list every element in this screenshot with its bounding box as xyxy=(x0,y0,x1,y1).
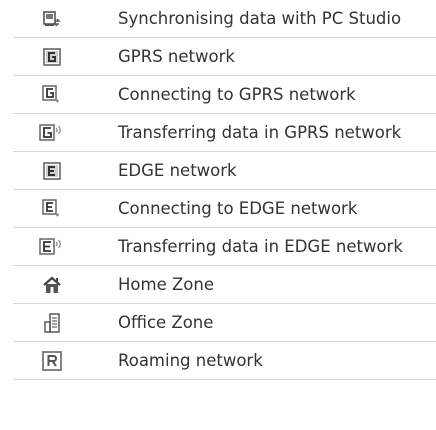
table-row: Connecting to GPRS network xyxy=(13,76,436,114)
row-label: Transferring data in EDGE network xyxy=(118,237,403,256)
sync-pc-studio-icon xyxy=(13,0,91,37)
row-label: Roaming network xyxy=(118,351,263,370)
edge-connecting-icon xyxy=(13,190,91,227)
edge-network-icon xyxy=(13,152,91,189)
gprs-network-icon xyxy=(13,38,91,75)
table-row: Transferring data in GPRS network xyxy=(13,114,436,152)
gprs-transfer-icon xyxy=(13,114,91,151)
row-label: Synchronising data with PC Studio xyxy=(118,9,402,28)
roaming-icon xyxy=(13,342,91,379)
table-row: Home Zone xyxy=(13,266,436,304)
table-row: GPRS network xyxy=(13,38,436,76)
office-zone-icon xyxy=(13,304,91,341)
gprs-connecting-icon xyxy=(13,76,91,113)
row-label: EDGE network xyxy=(118,161,237,180)
row-label: GPRS network xyxy=(118,47,235,66)
status-icon-table: Synchronising data with PC Studio GPRS n… xyxy=(13,0,436,380)
table-row: Office Zone xyxy=(13,304,436,342)
table-row: Roaming network xyxy=(13,342,436,380)
home-zone-icon xyxy=(13,266,91,303)
row-label: Home Zone xyxy=(118,275,214,294)
row-label: Connecting to EDGE network xyxy=(118,199,358,218)
table-row: EDGE network xyxy=(13,152,436,190)
edge-transfer-icon xyxy=(13,228,91,265)
row-label: Connecting to GPRS network xyxy=(118,85,356,104)
table-row: Synchronising data with PC Studio xyxy=(13,0,436,38)
table-row: Connecting to EDGE network xyxy=(13,190,436,228)
table-row: Transferring data in EDGE network xyxy=(13,228,436,266)
row-label: Transferring data in GPRS network xyxy=(118,123,402,142)
row-label: Office Zone xyxy=(118,313,214,332)
